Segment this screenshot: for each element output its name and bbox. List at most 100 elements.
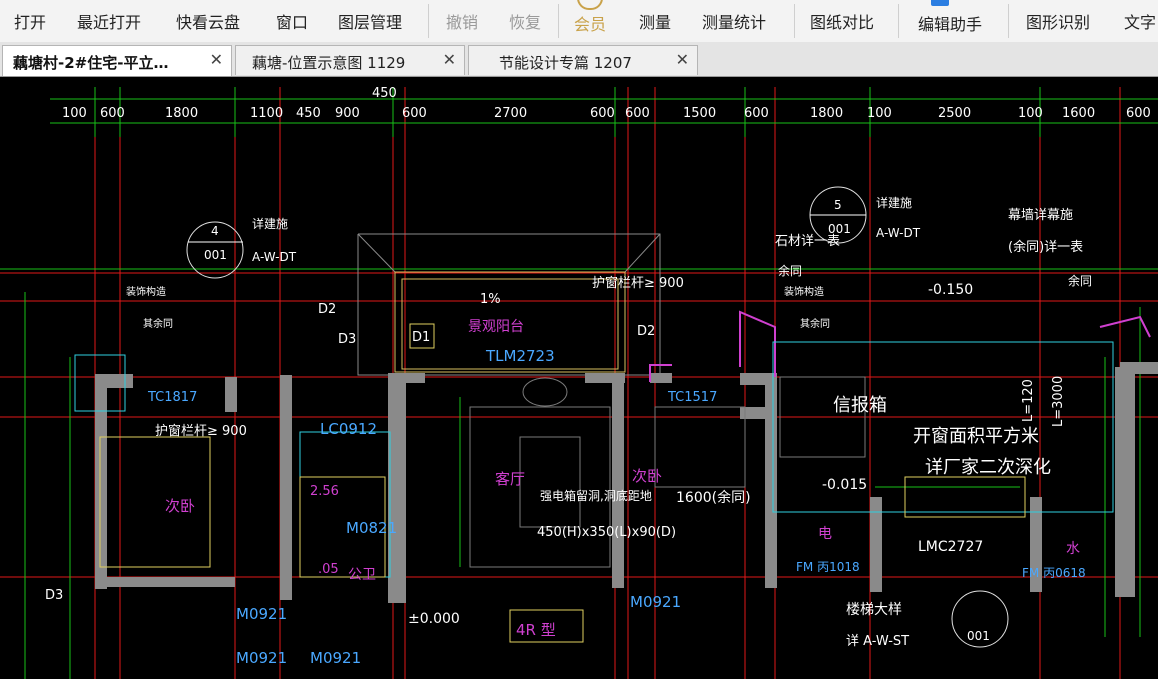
door-tag: M0821 <box>346 519 397 537</box>
callout-ref: A-W-DT <box>252 250 297 264</box>
ratio-label: .05 <box>318 562 339 577</box>
toolbar-separator <box>1008 4 1009 38</box>
door-tag: FM 丙1018 <box>796 560 860 574</box>
elec-box-note: 450(H)x350(L)x90(D) <box>537 525 676 540</box>
dim-label: 2700 <box>494 106 527 121</box>
window-tag: LC0912 <box>320 420 377 438</box>
same-note: 余同 <box>778 263 802 278</box>
railing-label: 护窗栏杆≥ 900 <box>592 275 684 291</box>
dim-label: 1500 <box>683 106 716 121</box>
open-button[interactable]: 打开 <box>14 9 46 33</box>
close-icon[interactable]: ✕ <box>210 50 223 69</box>
same-note: 其余同 <box>143 317 173 330</box>
rest-note: 1600(余同) <box>676 489 751 506</box>
material-note: (余同)详一表 <box>1008 239 1083 255</box>
window-button[interactable]: 窗口 <box>276 9 308 33</box>
close-icon[interactable]: ✕ <box>676 50 689 69</box>
door-tag: M0921 <box>236 605 287 623</box>
dim-label: 600 <box>625 106 650 121</box>
balcony-label: 景观阳台 <box>468 319 524 335</box>
drawing-canvas[interactable]: 100 600 1800 1100 450 900 600 2700 600 6… <box>0 77 1158 679</box>
d3-label: D3 <box>338 332 356 347</box>
shape-recognition-button[interactable]: 图形识别 <box>1026 9 1090 33</box>
layer-manager-button[interactable]: 图层管理 <box>338 9 402 33</box>
dim-label: 600 <box>1126 106 1151 121</box>
dim-label: 450 <box>296 106 321 121</box>
ratio-label: 2.56 <box>310 484 339 499</box>
material-note: 石材详一表 <box>775 234 840 249</box>
tab-document-2[interactable]: 藕塘-位置示意图 1129 ✕ <box>235 45 465 75</box>
toolbar-separator <box>428 4 429 38</box>
info-box-label: 信报箱 <box>833 395 887 416</box>
length-note: L=3000 <box>1051 376 1066 427</box>
toolbar-separator <box>558 4 559 38</box>
tab-document-1[interactable]: 藕塘村-2#住宅-平立… ✕ <box>2 45 232 76</box>
toolbar-separator <box>898 4 899 38</box>
window-area-note: 详厂家二次深化 <box>925 457 1051 478</box>
floor-plan-drawing: 100 600 1800 1100 450 900 600 2700 600 6… <box>0 86 1158 679</box>
room-label: 公卫 <box>348 567 376 583</box>
room-label: 次卧 <box>165 497 195 515</box>
room-label: 水 <box>1066 541 1080 557</box>
dim-label: 1100 <box>250 106 283 121</box>
measure-button[interactable]: 测量 <box>639 9 671 33</box>
d2-label: D2 <box>318 302 336 317</box>
redo-button[interactable]: 恢复 <box>509 9 541 33</box>
elec-box-note: 强电箱留洞,洞底距地 <box>540 488 652 503</box>
recent-open-button[interactable]: 最近打开 <box>77 9 141 33</box>
material-note: 幕墙详幕施 <box>1008 208 1073 223</box>
callout-sheet: 001 <box>967 629 990 643</box>
elevation-label: -0.015 <box>822 477 867 493</box>
vip-button[interactable]: 会员 <box>574 11 606 35</box>
dim-label: 600 <box>744 106 769 121</box>
same-note: 其余同 <box>800 317 830 330</box>
d2-label: D2 <box>637 324 655 339</box>
room-label: 客厅 <box>495 470 525 488</box>
decor-outlines <box>649 310 1151 382</box>
undo-button[interactable]: 撤销 <box>446 9 478 33</box>
tab-label: 节能设计专篇 1207 <box>499 54 632 72</box>
window-tag: TC1517 <box>667 390 717 405</box>
door-tag: M0921 <box>236 649 287 667</box>
dimension-lines <box>0 87 1158 679</box>
walls <box>95 362 1158 603</box>
drawing-compare-button[interactable]: 图纸对比 <box>810 9 874 33</box>
length-note: L=120 <box>1021 379 1036 422</box>
cloud-drive-button[interactable]: 快看云盘 <box>176 9 240 33</box>
d1-label: D1 <box>412 330 430 345</box>
measure-stats-button[interactable]: 测量统计 <box>702 9 766 33</box>
deco-note: 装饰构造 <box>126 285 166 298</box>
dim-label: 600 <box>402 106 427 121</box>
door-tag: M0921 <box>630 593 681 611</box>
room-label: 次卧 <box>632 467 662 485</box>
door-tag: LMC2727 <box>918 539 983 555</box>
dim-label: 100 <box>867 106 892 121</box>
text-button[interactable]: 文字 <box>1124 9 1156 33</box>
slope-label: 1% <box>480 292 501 307</box>
toolbar-separator <box>794 4 795 38</box>
d3-label: D3 <box>45 588 63 603</box>
dim-label: 600 <box>590 106 615 121</box>
stair-label: 楼梯大样 <box>846 602 902 618</box>
dim-label: 1800 <box>165 106 198 121</box>
edit-assistant-button[interactable]: 编辑助手 <box>918 11 982 35</box>
top-dimension-labels: 100 600 1800 1100 450 900 600 2700 600 6… <box>62 86 1151 121</box>
callout-note: 详建施 <box>252 216 288 231</box>
dim-label: 600 <box>100 106 125 121</box>
overall-dim-label: 450 <box>372 86 397 101</box>
close-icon[interactable]: ✕ <box>443 50 456 69</box>
tab-label: 藕塘村-2#住宅-平立… <box>13 54 169 72</box>
unit-type-label: 4R 型 <box>516 621 556 639</box>
callout-number: 5 <box>834 198 842 212</box>
tlm-label: TLM2723 <box>485 347 555 365</box>
grid-lines <box>0 87 1158 679</box>
callout-note: 详建施 <box>876 195 912 210</box>
railing-label: 护窗栏杆≥ 900 <box>155 423 247 439</box>
edit-assistant-icon <box>931 0 949 6</box>
elevation-label: ±0.000 <box>408 611 460 627</box>
window-tag: TC1817 <box>147 390 197 405</box>
callout-sheet: 001 <box>204 248 227 262</box>
elevation-label: -0.150 <box>928 282 973 298</box>
tab-label: 藕塘-位置示意图 1129 <box>252 54 406 72</box>
tab-document-3[interactable]: 节能设计专篇 1207 ✕ <box>468 45 698 75</box>
